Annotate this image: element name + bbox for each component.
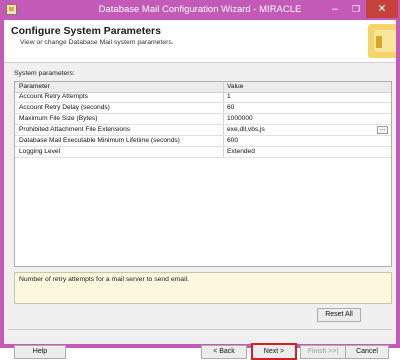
param-value[interactable]: 600 — [227, 136, 377, 146]
param-value[interactable]: Extended — [227, 147, 377, 157]
wizard-body: Configure System Parameters View or chan… — [4, 20, 396, 360]
table-row[interactable]: Prohibited Attachment File Extensions ex… — [15, 125, 391, 136]
parameter-description-panel: Number of retry attempts for a mail serv… — [14, 272, 392, 304]
wizard-window: Database Mail Configuration Wizard - MIR… — [0, 0, 400, 360]
table-row[interactable]: Account Retry Attempts 1 — [15, 92, 391, 103]
param-name: Prohibited Attachment File Extensions — [19, 126, 131, 133]
minimize-button[interactable]: – — [324, 0, 346, 18]
close-button[interactable]: ✕ — [366, 0, 398, 18]
param-name: Database Mail Executable Minimum Lifetim… — [19, 137, 180, 144]
finish-button[interactable]: Finish >>| — [300, 345, 346, 359]
table-row[interactable]: Account Retry Delay (seconds) 60 — [15, 103, 391, 114]
footer-divider — [8, 329, 392, 330]
parameters-grid: Parameter Value Account Retry Attempts 1… — [14, 81, 392, 267]
param-name: Logging Level — [19, 148, 61, 155]
maximize-button[interactable]: ❐ — [346, 0, 366, 18]
page-title: Configure System Parameters — [11, 25, 161, 37]
system-parameters-label: System parameters: — [14, 70, 75, 77]
param-value[interactable]: 1 — [227, 92, 377, 102]
table-row[interactable]: Logging Level Extended — [15, 147, 391, 158]
param-value[interactable]: 1000000 — [227, 114, 377, 124]
parameter-description: Number of retry attempts for a mail serv… — [19, 276, 189, 283]
title-bar: Database Mail Configuration Wizard - MIR… — [0, 0, 400, 20]
table-row[interactable]: Maximum File Size (Bytes) 1000000 — [15, 114, 391, 125]
cancel-button[interactable]: Cancel — [345, 345, 389, 359]
param-value[interactable]: exe,dll,vbs,js — [227, 125, 377, 135]
back-button[interactable]: < Back — [201, 345, 247, 359]
reset-all-button[interactable]: Reset All — [317, 308, 361, 322]
param-name: Maximum File Size (Bytes) — [19, 115, 98, 122]
param-value[interactable]: 60 — [227, 103, 377, 113]
param-name: Account Retry Delay (seconds) — [19, 104, 110, 111]
wizard-header: Configure System Parameters View or chan… — [4, 20, 396, 63]
page-subtitle: View or change Database Mail system para… — [20, 39, 174, 46]
table-row[interactable]: Database Mail Executable Minimum Lifetim… — [15, 136, 391, 147]
param-name: Account Retry Attempts — [19, 93, 88, 100]
wizard-banner-icon — [366, 20, 396, 62]
column-header-value: Value — [227, 83, 244, 90]
next-button[interactable]: Next > — [251, 343, 297, 360]
column-header-parameter: Parameter — [19, 83, 50, 90]
browse-extensions-button[interactable]: ... — [377, 126, 388, 134]
help-button[interactable]: Help — [14, 345, 66, 359]
